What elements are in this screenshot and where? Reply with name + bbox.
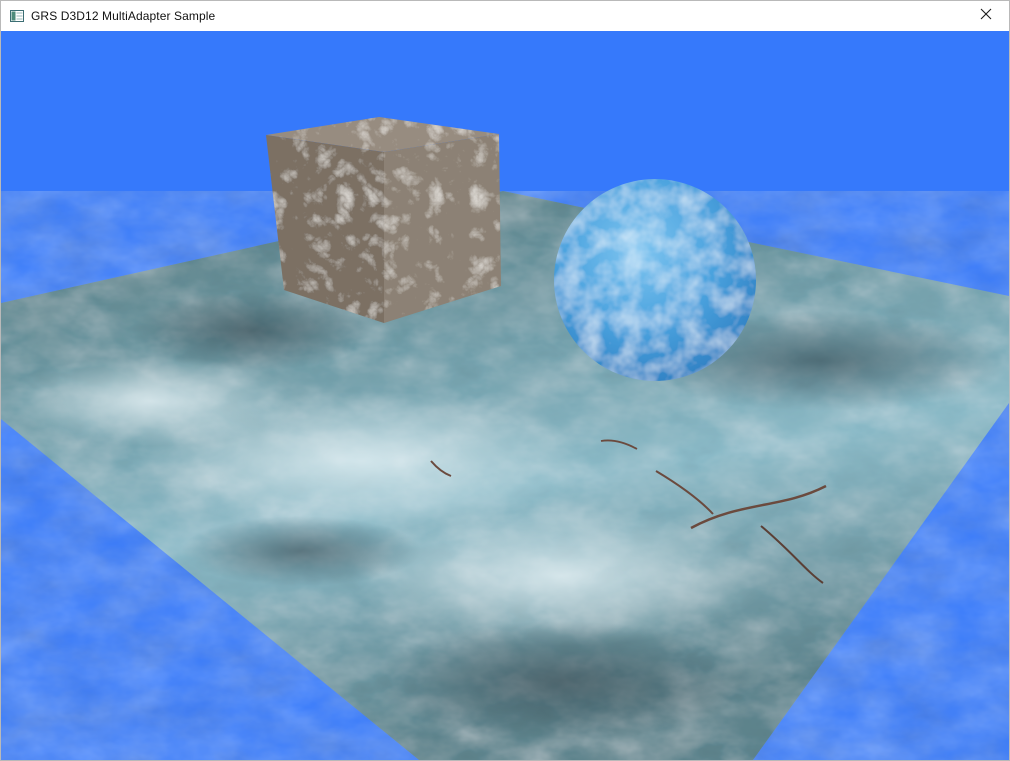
title-bar[interactable]: GRS D3D12 MultiAdapter Sample — [1, 1, 1009, 31]
app-window: GRS D3D12 MultiAdapter Sample — [0, 0, 1010, 761]
textured-sphere — [554, 179, 756, 381]
render-viewport[interactable] — [1, 31, 1009, 760]
app-window-icon — [9, 8, 25, 24]
rendered-3d-scene — [1, 31, 1009, 760]
close-button[interactable] — [963, 1, 1009, 31]
textured-cube — [266, 117, 501, 323]
window-title: GRS D3D12 MultiAdapter Sample — [31, 9, 216, 23]
close-icon — [980, 7, 992, 25]
